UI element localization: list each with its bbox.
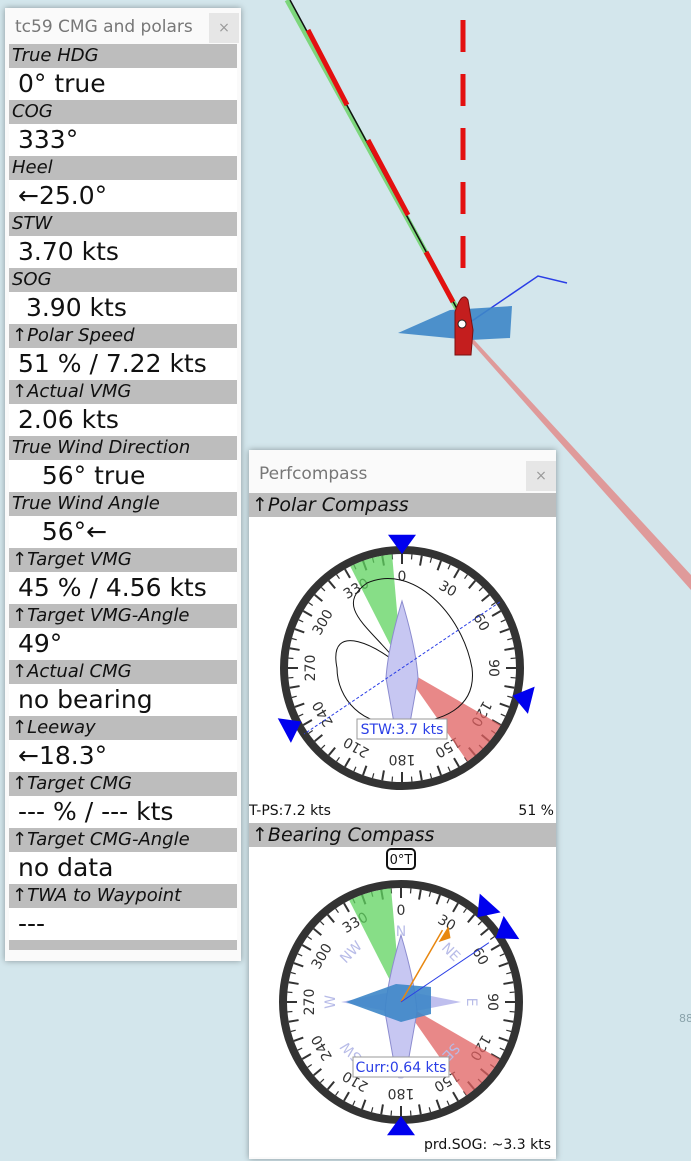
dashboard-close-button[interactable]: × (209, 13, 239, 43)
instrument: True Wind Direction 56° true (9, 436, 237, 492)
instrument-value: 3.90 kts (9, 292, 237, 324)
instrument-caption[interactable]: Heel (9, 156, 237, 180)
course-track-red-3 (426, 252, 453, 302)
target-polar-speed-label: T-PS:7.2 kts (249, 803, 331, 819)
instrument-caption[interactable]: ↑Target VMG-Angle (9, 604, 237, 628)
instrument: SOG 3.90 kts (9, 268, 237, 324)
instrument: ↑Target CMG--- % / --- kts (9, 772, 237, 828)
instrument-value: no bearing (9, 684, 237, 716)
instrument-caption[interactable]: ↑Actual VMG (9, 380, 237, 404)
true-north-badge: 0°T (390, 853, 413, 868)
instrument-value: 2.06 kts (9, 404, 237, 436)
dial-label: 90 (485, 659, 501, 677)
instrument-list: True HDG0° trueCOG333°Heel←25.0°STW3.70 … (5, 44, 241, 940)
predicted-sog-label: prd.SOG: ~3.3 kts (424, 1137, 551, 1153)
perfcompass-title-bar[interactable]: Perfcompass × (249, 450, 556, 493)
course-track-red-1 (308, 30, 347, 105)
instrument-caption[interactable]: True HDG (9, 44, 237, 68)
dial-label: 270 (303, 655, 319, 682)
instrument: True Wind Angle 56°← (9, 492, 237, 548)
instrument-value: 333° (9, 124, 237, 156)
polar-compass-caption[interactable]: ↑Polar Compass (249, 493, 556, 517)
instrument-caption[interactable]: ↑Actual CMG (9, 660, 237, 684)
chart-side-label: 88 (679, 1012, 691, 1025)
polar-compass-dial: 0306090120150180210240270300330STW:3.7 k… (249, 517, 556, 823)
instrument-value: --- % / --- kts (9, 796, 237, 828)
instrument-value: 51 % / 7.22 kts (9, 348, 237, 380)
instrument-caption[interactable]: True Wind Angle (9, 492, 237, 516)
instrument-value: 3.70 kts (9, 236, 237, 268)
instrument-value: 0° true (9, 68, 237, 100)
boat-center-icon (458, 320, 466, 328)
course-track-red-2 (368, 140, 408, 215)
dial-label: 270 (302, 989, 318, 1016)
instrument: ↑Target VMG-Angle49° (9, 604, 237, 660)
instrument-caption[interactable]: ↑Target CMG (9, 772, 237, 796)
instrument-value: ←18.3° (9, 740, 237, 772)
instrument-caption[interactable]: ↑Target CMG-Angle (9, 828, 237, 852)
instrument: ↑Target CMG-Angleno data (9, 828, 237, 884)
instrument-value: 56°← (9, 516, 237, 548)
instrument-value: ←25.0° (9, 180, 237, 212)
instrument-caption[interactable]: ↑Leeway (9, 716, 237, 740)
perfcompass-title: Perfcompass (259, 464, 367, 484)
instrument: ↑TWA to Waypoint--- (9, 884, 237, 940)
perfcompass-close-button[interactable]: × (526, 461, 556, 491)
instrument: COG333° (9, 100, 237, 156)
instrument-caption[interactable]: ↑Target VMG (9, 548, 237, 572)
dial-label: 0 (398, 569, 407, 585)
instrument-caption[interactable]: True Wind Direction (9, 436, 237, 460)
instrument: True HDG0° true (9, 44, 237, 100)
dashboard-panel: tc59 CMG and polars × True HDG0° trueCOG… (5, 8, 241, 961)
instrument-value: --- (9, 908, 237, 940)
instrument-caption[interactable]: COG (9, 100, 237, 124)
bearing-compass-dial: 0306090120150180210240270300330NNEESESSW… (249, 847, 556, 1157)
cardinal-label: E (463, 998, 479, 1007)
dial-label: 180 (388, 1085, 415, 1101)
instrument-caption[interactable]: ↑TWA to Waypoint (9, 884, 237, 908)
instrument: ↑Actual CMGno bearing (9, 660, 237, 716)
instrument: ↑Target VMG45 % / 4.56 kts (9, 548, 237, 604)
instrument-caption[interactable]: SOG (9, 268, 237, 292)
instrument-value: no data (9, 852, 237, 884)
instrument: STW3.70 kts (9, 212, 237, 268)
dial-label: 90 (484, 993, 500, 1011)
wind-marker-2-icon (496, 916, 520, 939)
stw-label: STW:3.7 kts (361, 722, 444, 738)
instrument: ↑Actual VMG2.06 kts (9, 380, 237, 436)
perfcompass-panel: Perfcompass × ↑Polar Compass 03060901201… (249, 450, 556, 1159)
bearing-compass-caption[interactable]: ↑Bearing Compass (249, 823, 556, 847)
instrument-value: 56° true (9, 460, 237, 492)
polar-percent-label: 51 % (518, 803, 554, 819)
cardinal-label: W (323, 995, 339, 1009)
bearing-compass: 0306090120150180210240270300330NNEESESSW… (249, 847, 556, 1157)
dial-label: 180 (389, 751, 416, 767)
polar-compass: 0306090120150180210240270300330STW:3.7 k… (249, 517, 556, 823)
instrument-value: 45 % / 4.56 kts (9, 572, 237, 604)
instrument-value: 49° (9, 628, 237, 660)
instrument: Heel←25.0° (9, 156, 237, 212)
wind-marker-icon (477, 894, 500, 918)
instrument-caption[interactable]: ↑Polar Speed (9, 324, 237, 348)
dashboard-footer (9, 940, 237, 950)
current-label: Curr:0.64 kts (356, 1060, 447, 1076)
instrument-caption[interactable]: STW (9, 212, 237, 236)
dashboard-title-bar[interactable]: tc59 CMG and polars × (5, 8, 241, 44)
dial-label: 0 (397, 903, 406, 919)
instrument: ↑Polar Speed51 % / 7.22 kts (9, 324, 237, 380)
instrument: ↑Leeway←18.3° (9, 716, 237, 772)
dashboard-title: tc59 CMG and polars (15, 17, 193, 37)
